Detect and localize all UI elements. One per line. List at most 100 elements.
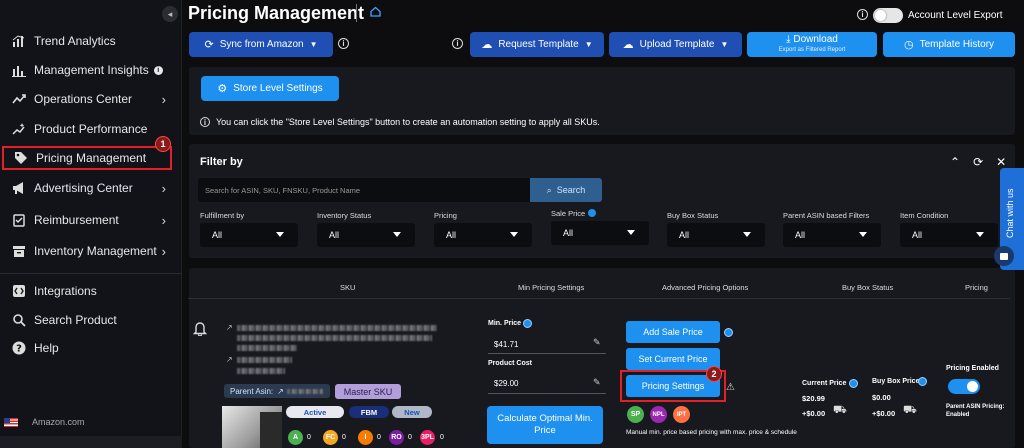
collapse-sidebar-icon[interactable]: ◂ bbox=[162, 6, 178, 22]
inventory-status-select[interactable]: All bbox=[317, 223, 415, 247]
filter-label: Fulfillment by bbox=[200, 211, 245, 220]
parent-asin-chip[interactable]: Parent Asin: ↗ bbox=[224, 384, 330, 398]
template-history-button[interactable]: ◷ Template History bbox=[883, 32, 1015, 57]
caret-down-icon bbox=[627, 230, 635, 235]
close-icon[interactable]: ✕ bbox=[996, 155, 1006, 169]
chevron-up-icon[interactable]: ⌃ bbox=[950, 155, 960, 169]
info-icon[interactable] bbox=[523, 319, 532, 328]
badge-ro: RO bbox=[389, 430, 404, 445]
us-flag-icon bbox=[4, 417, 18, 427]
store-level-settings-button[interactable]: ⚙ Store Level Settings bbox=[201, 76, 339, 101]
sidebar-item-label: Search Product bbox=[34, 313, 117, 327]
buy-box-price-label: Buy Box Price bbox=[872, 378, 920, 385]
badge-3pl: 3PL bbox=[420, 430, 435, 445]
caret-down-icon bbox=[743, 232, 751, 237]
edit-min-price-icon[interactable]: ✎ bbox=[593, 337, 601, 348]
item-condition-select[interactable]: All bbox=[900, 223, 998, 247]
pricing-note: Manual min. price based pricing with max… bbox=[626, 429, 797, 436]
sidebar-item-product-performance[interactable]: Product Performance bbox=[0, 118, 182, 140]
sidebar-item-pricing-management[interactable]: Pricing Management bbox=[2, 146, 172, 170]
sidebar-item-label: Integrations bbox=[34, 284, 97, 298]
parent-asin-blurred bbox=[286, 388, 323, 394]
store-row[interactable]: Amazon.com bbox=[4, 417, 85, 427]
sidebar-item-operations-center[interactable]: Operations Center › bbox=[0, 88, 182, 110]
sidebar-item-reimbursement[interactable]: Reimbursement › bbox=[0, 209, 182, 231]
pricing-enabled-toggle[interactable] bbox=[948, 379, 980, 394]
badge-fc: FC bbox=[323, 430, 338, 445]
chevron-right-icon: › bbox=[161, 243, 166, 259]
fulfillment-select[interactable]: All bbox=[200, 223, 298, 247]
info-icon[interactable]: i bbox=[857, 9, 868, 20]
add-sale-price-button[interactable]: Add Sale Price bbox=[626, 321, 720, 343]
caret-down-icon bbox=[859, 232, 867, 237]
store-name: Amazon.com bbox=[32, 417, 85, 427]
home-icon[interactable] bbox=[370, 6, 381, 20]
sku-blurred bbox=[237, 368, 285, 374]
sidebar-item-help[interactable]: ? Help bbox=[0, 337, 182, 359]
pricing-enabled-label: Pricing Enabled bbox=[946, 365, 999, 372]
upload-template-button[interactable]: ☁ Upload Template ▼ bbox=[609, 32, 742, 57]
sidebar-item-inventory-management[interactable]: Inventory Management › bbox=[0, 240, 182, 262]
external-link-icon[interactable]: ↗ bbox=[226, 323, 233, 332]
caret-down-icon bbox=[510, 232, 518, 237]
account-select[interactable] bbox=[0, 436, 182, 448]
sidebar-item-integrations[interactable]: Integrations bbox=[0, 280, 182, 302]
button-label: Store Level Settings bbox=[233, 83, 323, 94]
buy-box-status-select[interactable]: All bbox=[667, 223, 765, 247]
info-icon[interactable]: i bbox=[153, 65, 163, 75]
filter-label: Inventory Status bbox=[317, 211, 372, 220]
integrations-icon bbox=[11, 283, 27, 299]
account-export-toggle[interactable] bbox=[873, 8, 903, 23]
download-button[interactable]: ⤓ Download Export as Filtered Report bbox=[747, 32, 877, 57]
search-input[interactable]: Search for ASIN, SKU, FNSKU, Product Nam… bbox=[198, 178, 530, 202]
search-icon bbox=[11, 312, 27, 328]
tag-sp: SP bbox=[627, 406, 644, 423]
info-icon[interactable] bbox=[588, 209, 597, 217]
pricing-select[interactable]: All bbox=[434, 223, 532, 247]
sidebar-item-label: Operations Center bbox=[34, 92, 133, 106]
edit-product-cost-icon[interactable]: ✎ bbox=[593, 377, 601, 388]
info-icon[interactable] bbox=[724, 328, 733, 337]
external-link-icon[interactable]: ↗ bbox=[226, 355, 233, 364]
badge-count: 0 bbox=[307, 434, 311, 441]
filter-label: Item Condition bbox=[900, 211, 949, 220]
master-sku-badge: Master SKU bbox=[335, 384, 401, 399]
calculate-optimal-min-price-button[interactable]: Calculate Optimal Min. Price bbox=[487, 406, 603, 444]
request-template-button[interactable]: ☁ Request Template ▼ bbox=[470, 32, 604, 57]
chat-bubble-icon[interactable] bbox=[994, 246, 1014, 266]
warning-icon[interactable]: ⚠ bbox=[726, 382, 735, 393]
sidebar-item-advertising-center[interactable]: Advertising Center › bbox=[0, 177, 182, 199]
select-value: All bbox=[446, 230, 457, 240]
sidebar-item-label: Advertising Center bbox=[34, 181, 133, 195]
column-header-min-pricing: Min Pricing Settings bbox=[518, 283, 585, 292]
info-icon[interactable] bbox=[849, 379, 858, 388]
chat-label: Chat with us bbox=[1005, 188, 1015, 238]
sidebar-item-search-product[interactable]: Search Product bbox=[0, 309, 182, 331]
store-settings-hint: i You can click the "Store Level Setting… bbox=[200, 117, 600, 127]
info-icon[interactable] bbox=[918, 377, 927, 386]
set-current-price-button[interactable]: Set Current Price bbox=[626, 348, 720, 370]
sidebar-item-trend-analytics[interactable]: Trend Analytics bbox=[0, 30, 182, 52]
filter-label: Buy Box Status bbox=[667, 211, 719, 220]
product-title-blurred bbox=[237, 345, 297, 351]
step-badge: 2 bbox=[706, 366, 722, 382]
sale-price-select[interactable]: All bbox=[551, 221, 649, 245]
button-label: Sync from Amazon bbox=[219, 39, 304, 50]
history-icon: ◷ bbox=[903, 39, 914, 51]
caret-down-icon bbox=[276, 232, 284, 237]
info-icon[interactable]: i bbox=[338, 38, 349, 49]
refresh-icon[interactable]: ⟳ bbox=[973, 155, 983, 169]
search-button[interactable]: ⌕ Search bbox=[530, 178, 602, 202]
parent-asin-filter-select[interactable]: All bbox=[783, 223, 881, 247]
select-value: All bbox=[329, 230, 340, 240]
sidebar-item-label: Trend Analytics bbox=[34, 34, 116, 48]
min-price-label: Min. Price bbox=[488, 320, 522, 327]
column-header-advanced: Advanced Pricing Options bbox=[662, 283, 749, 292]
info-icon[interactable]: i bbox=[452, 38, 463, 49]
sync-from-amazon-button[interactable]: ⟳ Sync from Amazon ▼ bbox=[189, 32, 333, 57]
download-label-row: ⤓ Download bbox=[786, 34, 838, 45]
sidebar-item-management-insights[interactable]: Management Insights i bbox=[0, 59, 182, 81]
bell-icon[interactable] bbox=[192, 321, 208, 340]
button-label: Template History bbox=[919, 39, 995, 50]
truck-icon: ⛟ bbox=[833, 404, 847, 416]
